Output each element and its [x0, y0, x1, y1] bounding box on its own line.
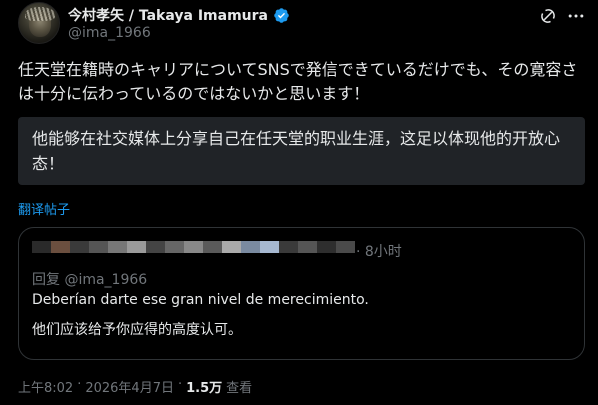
- grok-icon[interactable]: [538, 6, 558, 26]
- views-label: 查看: [226, 381, 253, 396]
- translate-post-link[interactable]: 翻译帖子: [18, 199, 70, 218]
- verified-badge-icon: [274, 7, 289, 23]
- quote-time[interactable]: · 8小时: [356, 241, 402, 261]
- meta-separator: ·: [177, 377, 183, 392]
- author-handle[interactable]: @ima_1966: [68, 25, 151, 41]
- pixel-block: [336, 241, 355, 253]
- pixel-block: [165, 241, 184, 253]
- name-row: 今村孝矢 / Takaya Imamura: [68, 5, 290, 25]
- quote-text: Deberían darte ese gran nivel de merecim…: [32, 292, 369, 308]
- pixel-block: [51, 241, 70, 253]
- more-icon[interactable]: [566, 6, 586, 26]
- quote-reply-to: 回复 @ima_1966: [32, 272, 148, 288]
- pixel-block: [298, 241, 317, 253]
- pixel-block: [108, 241, 127, 253]
- pixel-block: [241, 241, 260, 253]
- tweet-text: 任天堂在籍時のキャリアについてSNSで発信できているだけでも、その寛容さは十分に…: [18, 60, 578, 103]
- author-display-name[interactable]: 今村孝矢 / Takaya Imamura: [68, 5, 268, 25]
- tweet-header: 今村孝矢 / Takaya Imamura @ima_1966: [0, 0, 598, 52]
- pixel-block: [203, 241, 222, 253]
- quote-author-pixelated: [32, 241, 355, 253]
- pixel-block: [279, 241, 298, 253]
- pixel-block: [222, 241, 241, 253]
- pixel-block: [317, 241, 336, 253]
- quoted-tweet[interactable]: · 8小时 回复 @ima_1966 Deberían darte ese gr…: [18, 227, 585, 360]
- meta-separator: ·: [77, 377, 82, 392]
- tweet-meta: 上午8:02 · 2026年4月7日 · 1.5万 查看: [18, 377, 252, 396]
- pixel-block: [184, 241, 203, 253]
- quote-translated-text: 他们应该给予你应得的高度认可。: [32, 322, 242, 338]
- pixel-block: [32, 241, 51, 253]
- view-count: 1.5万: [186, 381, 223, 396]
- pixel-block: [260, 241, 279, 253]
- pixel-block: [70, 241, 89, 253]
- pixel-block: [89, 241, 108, 253]
- pixel-block: [127, 241, 146, 253]
- translation-box: 他能够在社交媒体上分享自己在任天堂的职业生涯，这足以体现他的开放心态！: [18, 117, 585, 185]
- pixel-block: [146, 241, 165, 253]
- tweet-date[interactable]: 2026年4月7日: [85, 377, 174, 396]
- tweet-time[interactable]: 上午8:02: [18, 377, 73, 396]
- avatar[interactable]: [18, 2, 60, 44]
